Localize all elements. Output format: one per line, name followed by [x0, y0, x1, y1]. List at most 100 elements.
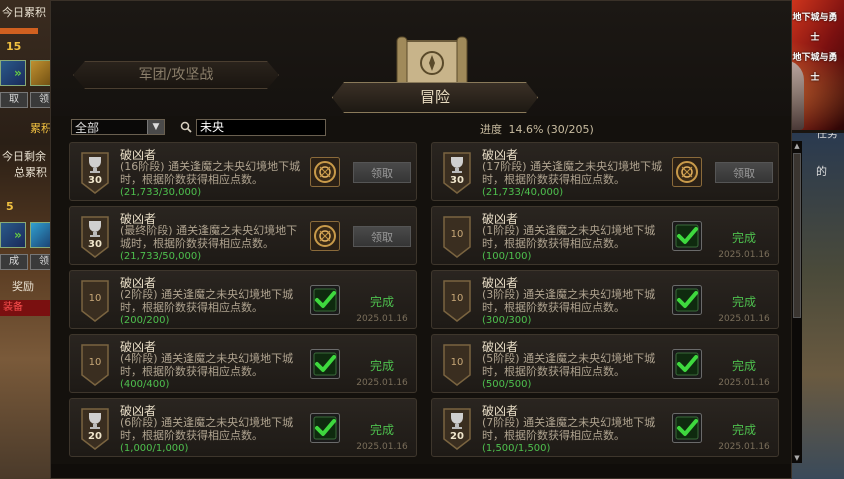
- item-slot-icon-2[interactable]: [0, 222, 26, 248]
- tab-siege[interactable]: 军团/攻坚战: [73, 61, 279, 89]
- achievement-description: (6阶段) 通关逢魔之未央幻境地下城时，根据阶数获得相应点数。: [120, 416, 294, 442]
- total-label: 总累积: [14, 166, 47, 179]
- arrow-icon-2: »: [14, 228, 22, 242]
- checkmark-icon: [310, 413, 340, 443]
- achievement-card[interactable]: 10 破凶者 (2阶段) 通关逢魔之未央幻境地下城时，根据阶数获得相应点数。 (…: [69, 270, 417, 329]
- achievement-description: (1阶段) 通关逢魔之未央幻境地下城时，根据阶数获得相应点数。: [482, 224, 656, 250]
- achievement-description: (16阶段) 通关逢魔之未央幻境地下城时，根据阶数获得相应点数。: [120, 160, 301, 186]
- claim-button[interactable]: 领取: [353, 226, 411, 247]
- medal-reward-icon: [672, 157, 702, 187]
- achievement-progress: (300/300): [482, 315, 532, 326]
- achievement-card[interactable]: 30 破凶者 (17阶段) 通关逢魔之未央幻境地下城时，根据阶数获得相应点数。 …: [431, 142, 779, 201]
- category-select[interactable]: 全部 ▼: [71, 119, 165, 135]
- checkmark-icon: [672, 413, 702, 443]
- progress-percent: 14.6%: [508, 123, 544, 136]
- task-label: 任务: [816, 133, 838, 140]
- points-value: 10: [450, 357, 464, 368]
- achievement-card[interactable]: 10 破凶者 (3阶段) 通关逢魔之未央幻境地下城时，根据阶数获得相应点数。 (…: [431, 270, 779, 329]
- completed-label: 完成: [731, 359, 756, 373]
- achievement-description: (3阶段) 通关逢魔之未央幻境地下城时，根据阶数获得相应点数。: [482, 288, 656, 314]
- points-value: 20: [88, 431, 102, 442]
- logo-line-1: 地下城与勇士: [792, 13, 838, 43]
- achievement-card[interactable]: 20 破凶者 (7阶段) 通关逢魔之未央幻境地下城时，根据阶数获得相应点数。 (…: [431, 398, 779, 457]
- achievement-progress: (200/200): [120, 315, 170, 326]
- scroll-down-arrow[interactable]: ▼: [792, 453, 802, 463]
- claim-button-a[interactable]: 取: [0, 92, 28, 108]
- points-value: 10: [450, 229, 464, 240]
- points-shield-icon: 30: [80, 151, 110, 195]
- item-label: 的: [816, 165, 827, 178]
- orange-progress-bar: [0, 28, 38, 34]
- achievement-description: (2阶段) 通关逢魔之未央幻境地下城时，根据阶数获得相应点数。: [120, 288, 294, 314]
- points-shield-icon: 20: [80, 407, 110, 451]
- points-shield-icon: 30: [442, 151, 472, 195]
- achievement-progress: (21,733/40,000): [482, 187, 564, 198]
- search-icon: [180, 121, 192, 133]
- achievement-description: (7阶段) 通关逢魔之未央幻境地下城时，根据阶数获得相应点数。: [482, 416, 656, 442]
- search-input[interactable]: 未央: [196, 119, 326, 136]
- points-value: 30: [88, 175, 102, 186]
- points-value: 30: [450, 175, 464, 186]
- achievement-description: (4阶段) 通关逢魔之未央幻境地下城时，根据阶数获得相应点数。: [120, 352, 294, 378]
- claim-button[interactable]: 领取: [715, 162, 773, 183]
- achievement-progress: (1,000/1,000): [120, 443, 189, 454]
- count-bottom: 5: [6, 200, 14, 213]
- achievement-progress: (21,733/30,000): [120, 187, 202, 198]
- tab-adventure[interactable]: 冒险: [332, 82, 538, 113]
- points-shield-icon: 30: [80, 215, 110, 259]
- achievement-card[interactable]: 20 破凶者 (6阶段) 通关逢魔之未央幻境地下城时，根据阶数获得相应点数。 (…: [69, 398, 417, 457]
- points-shield-icon: 10: [442, 343, 472, 387]
- scrollbar[interactable]: ▲ ▼: [791, 141, 802, 463]
- logo-line-2: 地下城与勇士: [792, 53, 838, 83]
- game-logo: 地下城与勇士 地下城与勇士: [790, 8, 840, 88]
- completion-date: 2025.01.16: [718, 442, 770, 452]
- points-shield-icon: 10: [80, 279, 110, 323]
- points-shield-icon: 10: [80, 343, 110, 387]
- achievement-card[interactable]: 30 破凶者 (16阶段) 通关逢魔之未央幻境地下城时，根据阶数获得相应点数。 …: [69, 142, 417, 201]
- achievement-list: 30 破凶者 (16阶段) 通关逢魔之未央幻境地下城时，根据阶数获得相应点数。 …: [69, 142, 781, 464]
- achievement-progress: (21,733/50,000): [120, 251, 202, 262]
- cumulative-label: 累积: [30, 122, 52, 135]
- achievement-card[interactable]: 10 破凶者 (1阶段) 通关逢魔之未央幻境地下城时，根据阶数获得相应点数。 (…: [431, 206, 779, 265]
- medal-reward-icon: [310, 221, 340, 251]
- achievement-card[interactable]: 10 破凶者 (4阶段) 通关逢魔之未央幻境地下城时，根据阶数获得相应点数。 (…: [69, 334, 417, 393]
- completion-date: 2025.01.16: [356, 442, 408, 452]
- completed-label: 完成: [731, 231, 756, 245]
- category-value: 全部: [75, 121, 100, 135]
- reward-label: 奖励: [12, 280, 34, 293]
- points-shield-icon: 10: [442, 215, 472, 259]
- complete-button[interactable]: 成: [0, 254, 28, 270]
- completed-label: 完成: [731, 295, 756, 309]
- points-value: 20: [450, 431, 464, 442]
- progress-indicator: 进度 14.6% (30/205): [480, 121, 597, 137]
- scroll-thumb[interactable]: [793, 153, 801, 318]
- completion-date: 2025.01.16: [718, 250, 770, 260]
- completion-date: 2025.01.16: [718, 314, 770, 324]
- checkmark-icon: [672, 349, 702, 379]
- points-value: 10: [450, 293, 464, 304]
- item-slot-icon[interactable]: [0, 60, 26, 86]
- remaining-label: 今日剩余: [2, 150, 46, 163]
- progress-label: 进度: [480, 123, 502, 136]
- completion-date: 2025.01.16: [356, 314, 408, 324]
- achievement-progress: (500/500): [482, 379, 532, 390]
- points-value: 10: [88, 293, 102, 304]
- checkmark-icon: [672, 285, 702, 315]
- claim-button[interactable]: 领取: [353, 162, 411, 183]
- progress-fraction: (30/205): [546, 123, 594, 136]
- achievement-description: (5阶段) 通关逢魔之未央幻境地下城时，根据阶数获得相应点数。: [482, 352, 656, 378]
- completed-label: 完成: [369, 295, 394, 309]
- chevron-down-icon[interactable]: ▼: [147, 120, 164, 134]
- panel-bottom-edge: [51, 464, 791, 478]
- daily-label: 今日累积: [2, 6, 46, 19]
- points-shield-icon: 10: [442, 279, 472, 323]
- achievement-card[interactable]: 10 破凶者 (5阶段) 通关逢魔之未央幻境地下城时，根据阶数获得相应点数。 (…: [431, 334, 779, 393]
- points-value: 30: [88, 239, 102, 250]
- scroll-up-arrow[interactable]: ▲: [792, 141, 802, 151]
- achievement-card[interactable]: 30 破凶者 (最终阶段) 通关逢魔之未央幻境地下城时，根据阶数获得相应点数。 …: [69, 206, 417, 265]
- completed-label: 完成: [731, 423, 756, 437]
- achievement-progress: (1,500/1,500): [482, 443, 551, 454]
- medal-reward-icon: [310, 157, 340, 187]
- achievement-progress: (400/400): [120, 379, 170, 390]
- arrow-icon: »: [14, 66, 22, 80]
